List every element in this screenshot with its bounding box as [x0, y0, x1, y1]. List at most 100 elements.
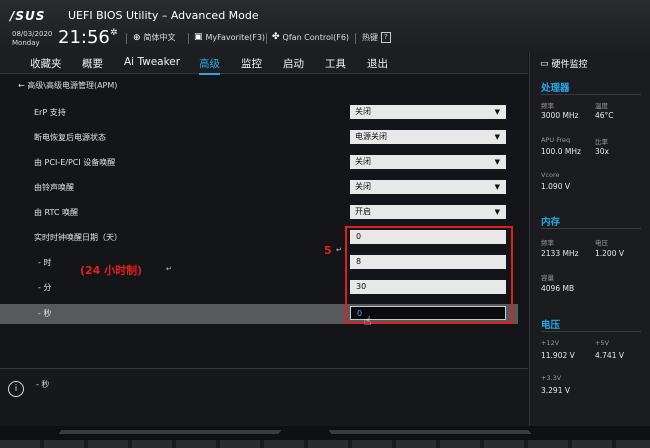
myfavorite-label: MyFavorite(F3) — [205, 32, 266, 42]
breadcrumb-path: 高级\高级电源管理(APM) — [27, 81, 118, 90]
dropdown-arrow-icon: ▼ — [494, 183, 500, 191]
hotkey-key: ? — [381, 32, 391, 43]
bottom-decoration — [0, 426, 650, 448]
hw-section-memory: 内存 — [541, 217, 561, 228]
setting-label: - 秒 — [38, 309, 52, 318]
hw-value: 3.291 V — [541, 386, 570, 395]
decoration-stripe — [58, 430, 282, 434]
tab-overview[interactable]: 概要 — [82, 56, 103, 71]
info-text: - 秒 — [36, 380, 50, 389]
hw-label: +12V — [541, 339, 560, 347]
hw-section-voltage: 电压 — [541, 320, 561, 331]
hw-section-cpu: 处理器 — [541, 83, 570, 94]
date: 08/03/2020 — [12, 30, 53, 38]
hw-label: +5V — [595, 339, 610, 347]
dropdown-arrow-icon: ▼ — [494, 108, 500, 116]
hotkey-label: 热键 — [362, 33, 378, 42]
app-title: UEFI BIOS Utility – Advanced Mode — [68, 9, 259, 22]
favorite-folder-icon: ▣ — [194, 32, 203, 42]
hw-value: 4.741 V — [595, 351, 624, 360]
tab-favorites[interactable]: 收藏夹 — [30, 56, 62, 71]
hw-label: 频率 — [541, 102, 554, 110]
tab-advanced[interactable]: 高级 — [199, 56, 220, 75]
hw-label: 电压 — [595, 239, 608, 247]
hotkey-button[interactable]: 热键 ? — [362, 32, 391, 43]
tab-exit[interactable]: 退出 — [367, 56, 388, 71]
main-nav: 收藏夹 概要 Ai Tweaker 高级 监控 启动 工具 退出 — [0, 52, 528, 75]
decoration-stripe — [0, 440, 650, 448]
info-bar: i - 秒 — [0, 368, 528, 426]
qfan-button[interactable]: ✤ Qfan Control(F6) — [272, 32, 349, 42]
hw-value: 2133 MHz — [541, 249, 579, 258]
hw-value: 46°C — [595, 111, 614, 120]
divider — [541, 94, 641, 95]
divider — [355, 33, 356, 44]
weekday: Monday — [12, 39, 40, 47]
divider — [541, 228, 641, 229]
rtc-wake-select[interactable]: 开启 ▼ — [350, 205, 506, 219]
fan-icon: ✤ — [272, 32, 280, 42]
hw-monitor-header: ▭ 硬件监控 — [540, 57, 588, 71]
myfavorite-button[interactable]: ▣ MyFavorite(F3) — [194, 32, 265, 42]
annotation-step-number: 5 — [324, 244, 332, 257]
hand-cursor-icon: ☝ — [364, 314, 372, 328]
annotation-return-mark: ↵ — [166, 265, 172, 273]
globe-icon: ⊕ — [133, 32, 141, 43]
dropdown-arrow-icon: ▼ — [494, 158, 500, 166]
tab-monitor[interactable]: 监控 — [241, 56, 262, 71]
hw-label: 容量 — [541, 274, 554, 282]
gear-icon[interactable]: ✲ — [110, 28, 118, 38]
hw-label: 比率 — [595, 138, 608, 146]
back-arrow-icon[interactable]: ← — [18, 81, 27, 90]
hw-value: 100.0 MHz — [541, 147, 581, 156]
dropdown-arrow-icon: ▼ — [494, 208, 500, 216]
setting-row-rtc-wake[interactable]: 由 RTC 唤醒 开启 ▼ — [0, 203, 518, 223]
divider — [541, 331, 641, 332]
setting-row-erp[interactable]: ErP 支持 关闭 ▼ — [0, 103, 518, 123]
divider — [188, 33, 189, 44]
annotation-return-mark: ↵ — [336, 246, 342, 254]
tab-boot[interactable]: 启动 — [283, 56, 304, 71]
language-button[interactable]: ⊕ 简体中文 — [133, 32, 176, 43]
ring-wake-select[interactable]: 关闭 ▼ — [350, 180, 506, 194]
hw-label: 温度 — [595, 102, 608, 110]
hw-value: 1.200 V — [595, 249, 624, 258]
annotation-24h-note: (24 小时制) — [80, 264, 143, 277]
language-label: 简体中文 — [143, 33, 176, 42]
divider — [266, 33, 267, 44]
divider — [126, 33, 127, 44]
hw-value: 11.902 V — [541, 351, 575, 360]
hw-label: 频率 — [541, 239, 554, 247]
hw-label: +3.3V — [541, 374, 562, 382]
date-block: 08/03/2020 Monday — [12, 30, 52, 48]
setting-label: ErP 支持 — [34, 108, 66, 117]
setting-label: 由 RTC 唤醒 — [34, 208, 79, 217]
pcie-wake-select[interactable]: 关闭 ▼ — [350, 155, 506, 169]
qfan-label: Qfan Control(F6) — [282, 32, 350, 42]
hardware-monitor-panel: ▭ 硬件监控 处理器 频率 温度 3000 MHz 46°C APU Freq … — [529, 52, 650, 426]
hw-value: 4096 MB — [541, 284, 575, 293]
setting-row-ring-wake[interactable]: 由铃声唤醒 关闭 ▼ — [0, 178, 518, 198]
breadcrumb[interactable]: ← 高级\高级电源管理(APM) — [18, 80, 117, 91]
hw-value: 1.090 V — [541, 182, 570, 191]
bios-screen: /SUS UEFI BIOS Utility – Advanced Mode 0… — [0, 0, 650, 448]
setting-row-pcie-wake[interactable]: 由 PCI-E/PCI 设备唤醒 关闭 ▼ — [0, 153, 518, 173]
hw-value: 3000 MHz — [541, 111, 579, 120]
setting-label: 断电恢复后电源状态 — [34, 133, 106, 142]
setting-row-power-restore[interactable]: 断电恢复后电源状态 电源关闭 ▼ — [0, 128, 518, 148]
erp-select[interactable]: 关闭 ▼ — [350, 105, 506, 119]
power-restore-select[interactable]: 电源关闭 ▼ — [350, 130, 506, 144]
asus-logo: /SUS — [10, 9, 46, 23]
tab-tool[interactable]: 工具 — [325, 56, 346, 71]
decoration-stripe — [328, 430, 532, 434]
info-icon: i — [8, 381, 24, 397]
clock[interactable]: 21:56 — [58, 27, 110, 48]
setting-label: 由铃声唤醒 — [34, 183, 74, 192]
setting-label: 实时时钟唤醒日期（天） — [34, 233, 122, 242]
annotation-highlight-box — [345, 226, 513, 324]
tab-ai-tweaker[interactable]: Ai Tweaker — [124, 56, 180, 68]
setting-label: - 时 — [38, 258, 52, 267]
hw-value: 30x — [595, 147, 609, 156]
hw-label: APU Freq — [541, 136, 571, 144]
top-bar: /SUS UEFI BIOS Utility – Advanced Mode 0… — [0, 0, 650, 52]
